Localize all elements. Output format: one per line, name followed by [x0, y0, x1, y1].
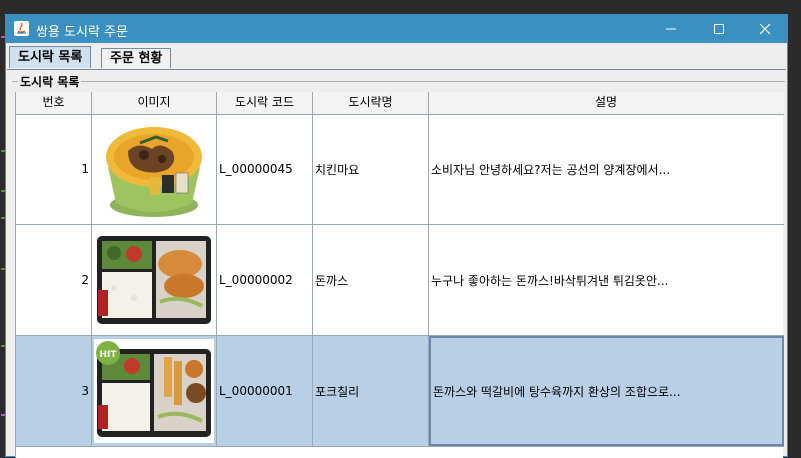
row-number: 3: [16, 336, 92, 446]
close-icon: [759, 23, 771, 35]
lunchbox-name: 포크칠리: [313, 336, 429, 446]
column-header-image[interactable]: 이미지: [92, 92, 217, 114]
row-number: 2: [16, 225, 92, 335]
pork-chili-box-image: HIT: [94, 339, 214, 443]
tab-order-status[interactable]: 주문 현황: [101, 48, 172, 68]
tab-lunchbox-list[interactable]: 도시락 목록: [9, 46, 92, 68]
table-row[interactable]: 2 L_00000002 돈까스 누구나 좋아하는 돈까스!바삭튀겨낸 튀김옷안…: [16, 225, 784, 336]
lunchbox-description: 돈까스와 떡갈비에 탕수육까지 환상의 조합으로...: [429, 336, 784, 446]
column-header-description[interactable]: 설명: [429, 92, 783, 114]
lunchbox-name: 치킨마요: [313, 114, 429, 224]
chicken-mayo-bowl-image: [106, 127, 202, 217]
maximize-button[interactable]: [696, 15, 742, 43]
row-number: 1: [16, 114, 92, 224]
food-image-cell: [92, 114, 217, 224]
window-title: 쌍용 도시락 주문: [36, 25, 128, 40]
lunchbox-description: 누구나 좋아하는 돈까스!바삭튀겨낸 튀김옷안...: [431, 273, 669, 288]
close-button[interactable]: [742, 15, 788, 43]
column-header-name[interactable]: 도시락명: [313, 92, 429, 114]
column-header-number[interactable]: 번호: [16, 92, 92, 114]
group-border: [12, 81, 785, 82]
food-image-cell: HIT: [92, 336, 217, 446]
lunchbox-description: 소비자님 안녕하세요?저는 공선의 양계장에서...: [431, 162, 671, 177]
lunchbox-code: L_00000001: [217, 336, 313, 446]
lunchbox-code: L_00000002: [217, 225, 313, 335]
column-header-code[interactable]: 도시락 코드: [217, 92, 313, 114]
table-header: 번호 이미지 도시락 코드 도시락명 설명: [16, 92, 784, 115]
food-image-cell: [92, 225, 217, 335]
group-title: 도시락 목록: [18, 73, 82, 90]
java-icon: [14, 21, 29, 36]
hit-badge: HIT: [99, 350, 117, 360]
lunchbox-name: 돈까스: [313, 225, 429, 335]
maximize-icon: [714, 24, 724, 34]
tab-bar: 도시락 목록 주문 현황: [6, 43, 787, 70]
app-window: 쌍용 도시락 주문 도시락 목록 주문 현황 도시락 목록 번호 이미지 도시락…: [5, 14, 788, 458]
lunchbox-code: L_00000045: [217, 114, 313, 224]
minimize-button[interactable]: [648, 15, 694, 43]
donkatsu-box-image: [97, 236, 211, 324]
table-row[interactable]: 1 L_00000045 치킨마요 소비자님 안녕하세요?저는 공선의 양계장에…: [16, 114, 784, 225]
lunchbox-table[interactable]: 번호 이미지 도시락 코드 도시락명 설명 1 L_00000045 치킨마요 …: [15, 92, 784, 458]
title-bar[interactable]: 쌍용 도시락 주문: [6, 15, 787, 43]
table-row[interactable]: 3 HIT L_00000001 포크칠리 돈까스와 떡갈비에 탕수육까지 환상…: [16, 336, 784, 447]
minimize-icon: [666, 28, 676, 30]
background-right-strip: [786, 0, 801, 457]
